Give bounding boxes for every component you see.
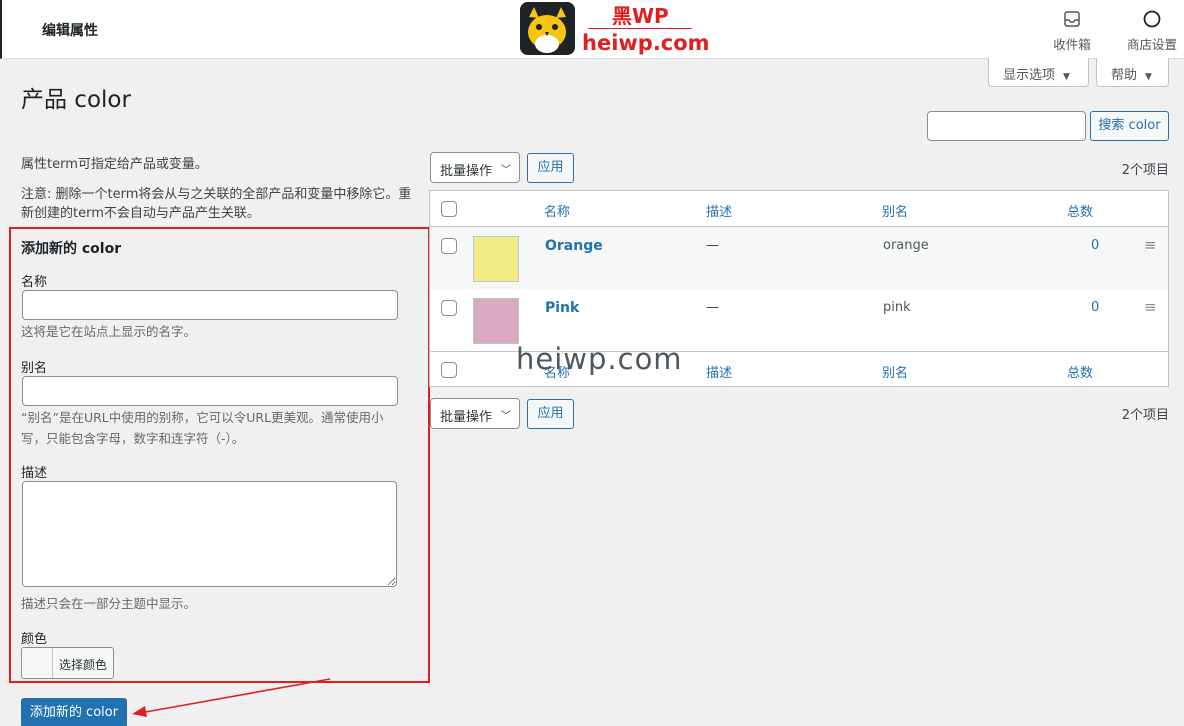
drag-handle-icon[interactable]: ≡: [1144, 298, 1157, 316]
item-count-bottom: 2个项目: [1121, 408, 1169, 423]
logo-title: 黑WP: [612, 4, 669, 28]
top-bar: 编辑属性 黑WP heiwp.com 收件箱 商店设置: [0, 0, 1184, 59]
logo-site-name: heiwp.com: [582, 31, 710, 55]
select-color-label: 选择颜色: [59, 658, 108, 672]
term-count-link[interactable]: 0: [1091, 238, 1099, 253]
row-checkbox[interactable]: [441, 238, 457, 254]
column-slug-footer[interactable]: 别名: [882, 362, 908, 381]
bulk-actions-label: 批量操作: [440, 410, 493, 425]
help-button[interactable]: 帮助 ▼: [1096, 58, 1169, 87]
name-input[interactable]: [22, 290, 398, 320]
slug-label: 别名: [21, 361, 48, 376]
apply-button-bottom[interactable]: 应用: [527, 399, 574, 429]
term-slug: orange: [883, 238, 929, 253]
description-label: 描述: [21, 466, 48, 481]
brand-logo: [520, 2, 575, 55]
column-total[interactable]: 总数: [1067, 201, 1093, 220]
drag-handle-icon[interactable]: ≡: [1144, 236, 1157, 254]
inbox-icon: [1064, 11, 1080, 27]
caret-down-icon: ▼: [1063, 72, 1070, 82]
slug-input[interactable]: [22, 376, 398, 406]
name-help: 这将是它在站点上显示的名字。: [21, 324, 197, 339]
description-help: 描述只会在一部分主题中显示。: [21, 596, 197, 611]
inbox-button[interactable]: 收件箱: [1048, 10, 1096, 53]
screen-options-label: 显示选项: [1003, 68, 1056, 83]
intro-line-2: 注意: 删除一个term将会从与之关联的全部产品和变量中移除它。重新创建的ter…: [21, 187, 412, 221]
arrow-annotation-icon: [132, 678, 331, 717]
slug-help: “别名”是在URL中使用的别称，它可以令URL更美观。通常使用小写，只能包含字母…: [21, 410, 384, 446]
breadcrumb: 编辑属性: [42, 23, 98, 39]
watermark: heiwp.com: [516, 342, 683, 376]
name-label: 名称: [21, 275, 48, 290]
column-name[interactable]: 名称: [544, 201, 570, 220]
term-description: —: [706, 238, 719, 253]
owl-mascot-icon: [520, 2, 575, 55]
intro-line-1: 属性term可指定给产品或变量。: [21, 157, 208, 172]
bulk-actions-label: 批量操作: [440, 164, 493, 179]
bulk-actions-select-bottom[interactable]: 批量操作 ﹀: [430, 398, 520, 429]
logo-divider: [588, 28, 692, 29]
column-description[interactable]: 描述: [706, 201, 732, 220]
term-name-link[interactable]: Orange: [545, 238, 603, 254]
column-total-footer[interactable]: 总数: [1067, 362, 1093, 381]
column-description-footer[interactable]: 描述: [706, 362, 732, 381]
inbox-label: 收件箱: [1053, 37, 1091, 52]
chevron-down-icon: ﹀: [501, 411, 511, 422]
search-input[interactable]: [927, 111, 1086, 141]
column-slug[interactable]: 别名: [882, 201, 908, 220]
page-title: 产品 color: [21, 87, 131, 113]
color-swatch: [22, 648, 53, 678]
add-new-color-button[interactable]: 添加新的 color: [21, 698, 127, 726]
color-thumbnail: [473, 236, 519, 282]
store-settings-label: 商店设置: [1126, 37, 1177, 52]
apply-button-top[interactable]: 应用: [527, 153, 574, 183]
intro-text: 属性term可指定给产品或变量。 注意: 删除一个term将会从与之关联的全部产…: [21, 155, 416, 223]
term-name-link[interactable]: Pink: [545, 300, 579, 316]
form-title: 添加新的 color: [21, 241, 122, 257]
chevron-down-icon: ﹀: [501, 165, 511, 176]
term-slug: pink: [883, 300, 911, 315]
description-textarea[interactable]: [22, 481, 397, 587]
term-count-link[interactable]: 0: [1091, 300, 1099, 315]
item-count-top: 2个项目: [1121, 163, 1169, 178]
select-color-button[interactable]: 选择颜色: [21, 647, 114, 679]
select-all-checkbox-footer[interactable]: [441, 362, 457, 378]
screen-options-button[interactable]: 显示选项 ▼: [988, 58, 1089, 87]
select-all-checkbox[interactable]: [441, 201, 457, 217]
search-button[interactable]: 搜索 color: [1090, 111, 1169, 141]
circle-icon: [1143, 10, 1161, 28]
term-description: —: [706, 300, 719, 315]
caret-down-icon: ▼: [1145, 72, 1152, 82]
color-thumbnail: [473, 298, 519, 344]
color-label: 颜色: [21, 632, 48, 647]
help-label: 帮助: [1111, 68, 1138, 83]
table-row: Orange — orange 0 ≡: [430, 227, 1168, 289]
row-checkbox[interactable]: [441, 300, 457, 316]
table-header: 名称 描述 别名 总数: [430, 191, 1168, 227]
store-settings-button[interactable]: 商店设置: [1122, 10, 1182, 53]
bulk-actions-select-top[interactable]: 批量操作 ﹀: [430, 152, 520, 183]
